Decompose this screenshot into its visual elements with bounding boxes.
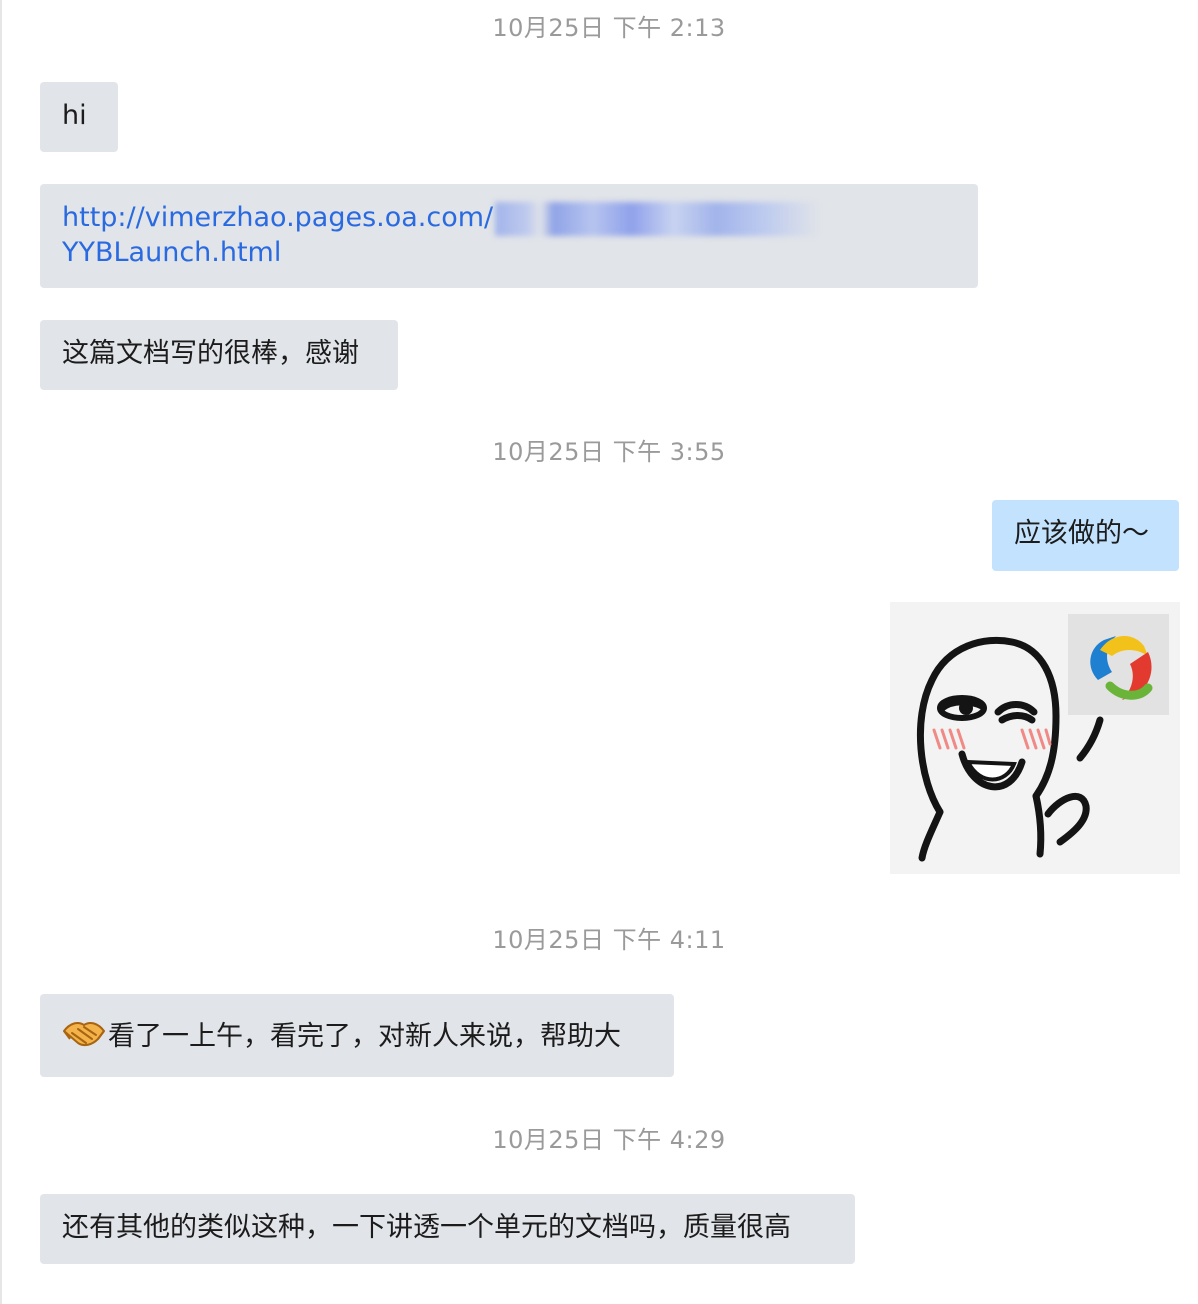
timestamp: 10月25日 下午 4:29: [492, 1126, 726, 1154]
message-bubble-thanks[interactable]: 这篇文档写的很棒，感谢: [40, 320, 398, 390]
redacted-url-segment: [495, 201, 821, 236]
window-left-border: [0, 0, 2, 1304]
message-bubble-reply[interactable]: 应该做的～: [992, 500, 1179, 571]
message-text: 看了一上午，看完了，对新人来说，帮助大: [108, 1021, 621, 1052]
timestamp: 10月25日 下午 2:13: [492, 14, 726, 42]
message-text: 还有其他的类似这种，一下讲透一个单元的文档吗，质量很高: [62, 1212, 791, 1243]
message-bubble-link[interactable]: http://vimerzhao.pages.oa.com/ YYBLaunch…: [40, 184, 978, 288]
message-text: 这篇文档写的很棒，感谢: [62, 338, 359, 369]
link-url-file: YYBLaunch.html: [62, 236, 282, 268]
message-text: 应该做的～: [1014, 518, 1149, 549]
winking-face-sticker: [916, 614, 1169, 862]
message-text: hi: [62, 100, 87, 131]
timestamp: 10月25日 下午 4:11: [492, 926, 726, 954]
message-bubble-read[interactable]: 看了一上午，看完了，对新人来说，帮助大: [40, 994, 674, 1077]
link-url: http://vimerzhao.pages.oa.com/: [62, 202, 494, 233]
sticker-message[interactable]: [890, 602, 1180, 874]
message-bubble-more[interactable]: 还有其他的类似这种，一下讲透一个单元的文档吗，质量很高: [40, 1194, 855, 1264]
message-link[interactable]: http://vimerzhao.pages.oa.com/ YYBLaunch…: [62, 201, 956, 270]
handshake-icon: [62, 1017, 106, 1058]
timestamp: 10月25日 下午 3:55: [492, 438, 726, 466]
message-bubble-hi[interactable]: hi: [40, 82, 118, 152]
